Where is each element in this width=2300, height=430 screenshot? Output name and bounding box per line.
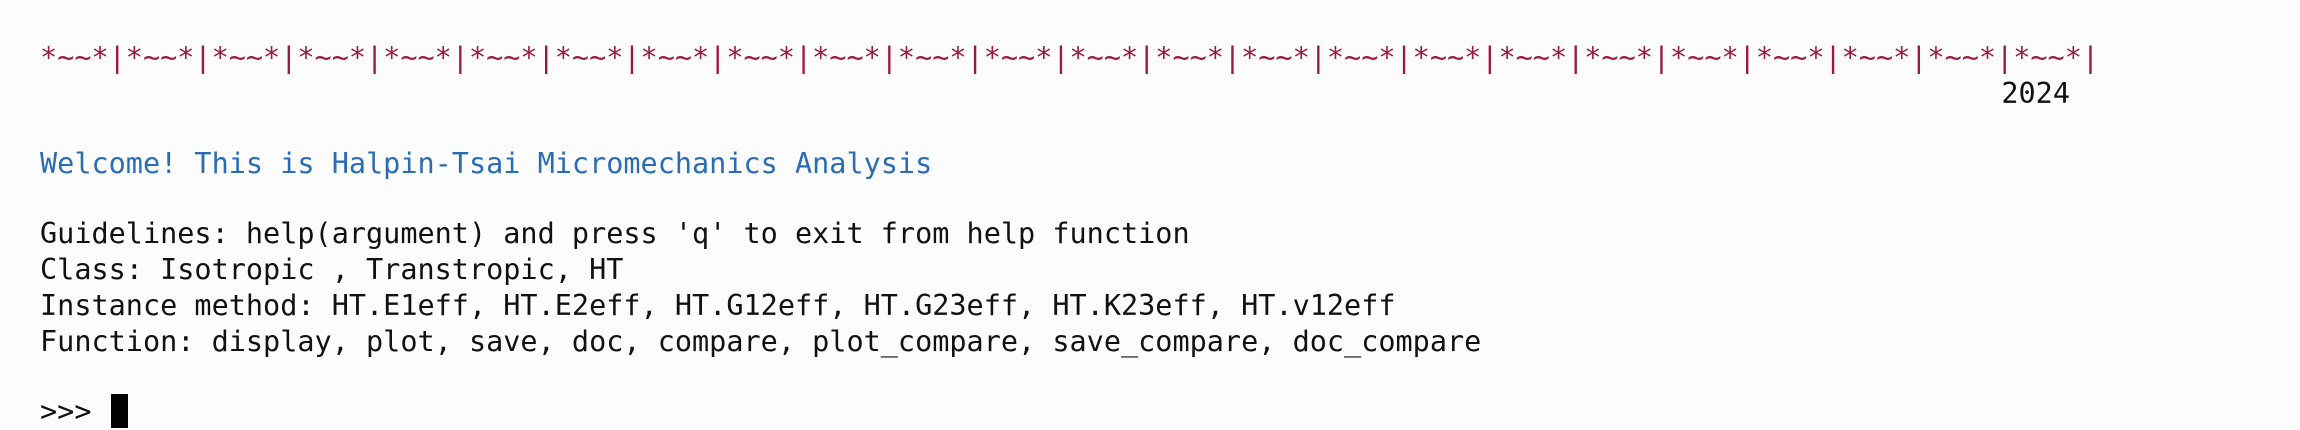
guideline-functions: Function: display, plot, save, doc, comp…: [40, 325, 1482, 358]
guideline-classes: Class: Isotropic , Transtropic, HT: [40, 253, 624, 286]
welcome-message: Welcome! This is Halpin-Tsai Micromechan…: [40, 147, 933, 180]
prompt-symbol: >>>: [40, 395, 109, 428]
command-prompt-line[interactable]: >>>: [40, 394, 128, 430]
banner-year: 2024: [2001, 77, 2070, 110]
ascii-banner: *~~*|*~~*|*~~*|*~~*|*~~*|*~~*|*~~*|*~~*|…: [40, 41, 2100, 74]
terminal-window[interactable]: *~~*|*~~*|*~~*|*~~*|*~~*|*~~*|*~~*|*~~*|…: [0, 0, 2300, 430]
guideline-help: Guidelines: help(argument) and press 'q'…: [40, 217, 1190, 250]
text-cursor[interactable]: [110, 394, 128, 428]
guideline-instance-methods: Instance method: HT.E1eff, HT.E2eff, HT.…: [40, 289, 1396, 322]
